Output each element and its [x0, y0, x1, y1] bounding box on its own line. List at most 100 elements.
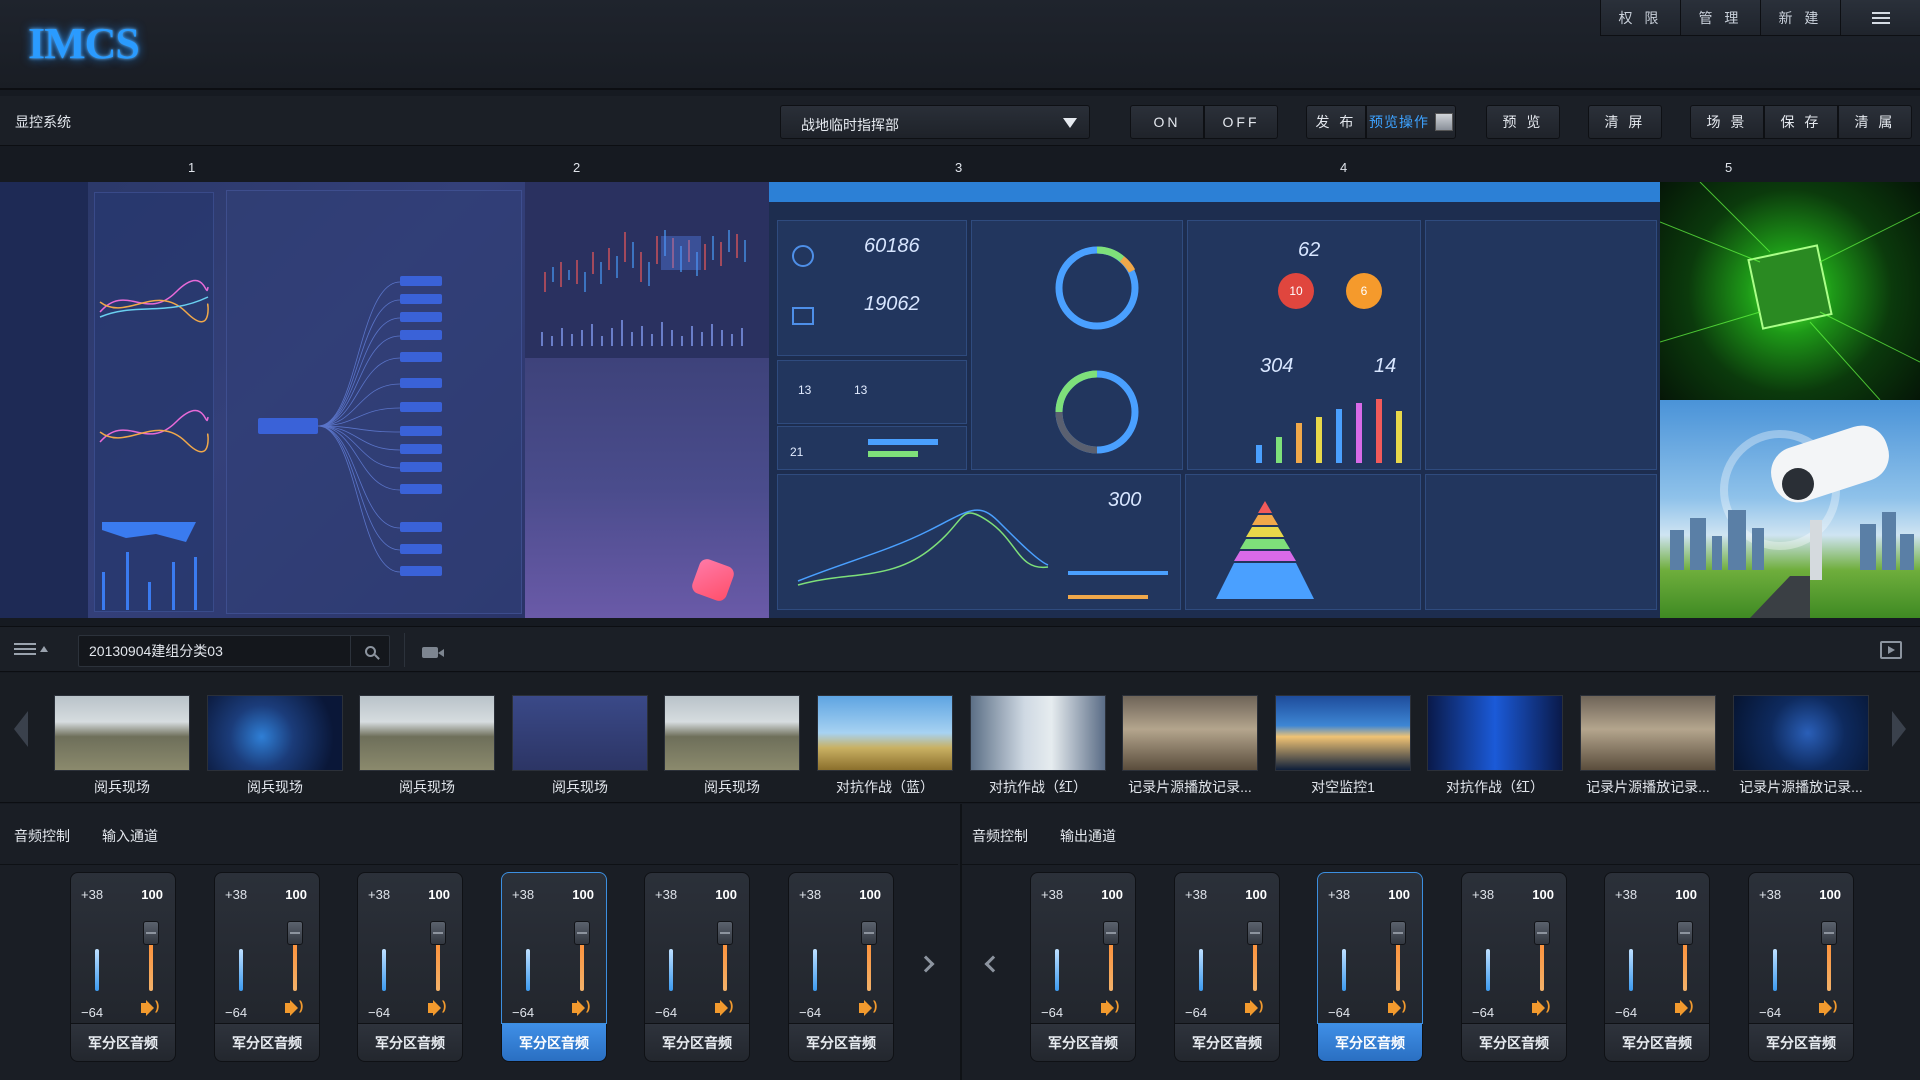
preview-button[interactable]: 预 览: [1486, 105, 1560, 139]
volume-slider-handle[interactable]: [717, 921, 733, 945]
top-menu-manage[interactable]: 管 理: [1680, 0, 1760, 36]
volume-slider-handle[interactable]: [1247, 921, 1263, 945]
volume-slider-handle[interactable]: [1821, 921, 1837, 945]
channel-name: 军分区音频: [1174, 1024, 1280, 1062]
speaker-icon[interactable]: [715, 998, 733, 1013]
gain-level-bar: [1486, 949, 1490, 991]
clear-screen-button[interactable]: 清 屏: [1588, 105, 1662, 139]
audio-channel[interactable]: +38 100 −64 军分区音频: [214, 872, 320, 1072]
thumbnail-label: 对空监控1: [1311, 779, 1375, 795]
wall-pane-dashboard[interactable]: [0, 182, 525, 618]
volume-slider-handle[interactable]: [1390, 921, 1406, 945]
search-button[interactable]: [350, 636, 390, 666]
speaker-icon[interactable]: [285, 998, 303, 1013]
speaker-icon[interactable]: [1101, 998, 1119, 1013]
source-thumbnail[interactable]: 对抗作战（蓝）: [817, 695, 953, 805]
top-menu-permission[interactable]: 权 限: [1600, 0, 1680, 36]
wall-pane-statistics[interactable]: 60186 19062 13 13 21 62 10 6 304 14 300: [769, 182, 1660, 618]
audio-channel[interactable]: +38 100 −64 军分区音频: [1604, 872, 1710, 1072]
settings-fab[interactable]: [689, 556, 737, 604]
channel-mixer: +38 100 −64: [357, 872, 463, 1024]
channel-name: 军分区音频: [1317, 1024, 1423, 1062]
source-thumbnail[interactable]: 阅兵现场: [207, 695, 343, 805]
scroll-left-arrow-icon[interactable]: [14, 711, 28, 747]
top-menu-new[interactable]: 新 建: [1760, 0, 1840, 36]
preview-operation-toggle[interactable]: 预览操作: [1366, 105, 1456, 139]
audio-channel[interactable]: +38 100 −64 军分区音频: [1461, 872, 1567, 1072]
volume-slider-handle[interactable]: [861, 921, 877, 945]
chevron-left-icon[interactable]: [984, 955, 1002, 973]
speaker-icon[interactable]: [1675, 998, 1693, 1013]
channel-min-label: −64: [1041, 1005, 1064, 1020]
chevron-right-icon[interactable]: [917, 955, 935, 973]
column-number: 4: [1340, 160, 1348, 175]
on-button[interactable]: ON: [1130, 105, 1204, 139]
top-menu: 权 限 管 理 新 建: [1600, 0, 1920, 36]
source-thumbnail[interactable]: 阅兵现场: [664, 695, 800, 805]
source-thumbnail[interactable]: 记录片源播放记录...: [1580, 695, 1716, 805]
channel-mixer: +38 100 −64: [644, 872, 750, 1024]
volume-slider-handle[interactable]: [574, 921, 590, 945]
source-thumbnail[interactable]: 阅兵现场: [359, 695, 495, 805]
caret-up-icon[interactable]: [40, 646, 48, 652]
speaker-icon[interactable]: [1819, 998, 1837, 1013]
speaker-icon[interactable]: [1532, 998, 1550, 1013]
audio-channel[interactable]: +38 100 −64 军分区音频: [357, 872, 463, 1072]
camera-icon[interactable]: [422, 647, 444, 658]
audio-channel[interactable]: +38 100 −64 军分区音频: [1317, 872, 1423, 1072]
scene-select[interactable]: 战地临时指挥部: [780, 105, 1090, 139]
speaker-icon[interactable]: [428, 998, 446, 1013]
channel-mixer: +38 100 −64: [1604, 872, 1710, 1024]
speaker-icon[interactable]: [1388, 998, 1406, 1013]
volume-slider-handle[interactable]: [287, 921, 303, 945]
volume-slider-handle[interactable]: [430, 921, 446, 945]
column-number: 5: [1725, 160, 1733, 175]
channel-volume: 100: [428, 887, 450, 902]
list-icon[interactable]: [14, 643, 36, 655]
volume-slider-handle[interactable]: [1534, 921, 1550, 945]
save-button[interactable]: 保 存: [1764, 105, 1838, 139]
scroll-right-arrow-icon[interactable]: [1892, 711, 1906, 747]
speaker-icon[interactable]: [141, 998, 159, 1013]
speaker-icon[interactable]: [1245, 998, 1263, 1013]
source-thumbnail[interactable]: 对抗作战（红）: [970, 695, 1106, 805]
source-thumbnail[interactable]: 记录片源播放记录...: [1122, 695, 1258, 805]
volume-slider-handle[interactable]: [1677, 921, 1693, 945]
publish-button[interactable]: 发 布: [1306, 105, 1366, 139]
clear-layer-button[interactable]: 清 属: [1838, 105, 1912, 139]
source-thumbnail[interactable]: 对抗作战（红）: [1427, 695, 1563, 805]
wall-pane-chip-image[interactable]: [1660, 182, 1920, 400]
audio-channel[interactable]: +38 100 −64 军分区音频: [1030, 872, 1136, 1072]
tree-node: [400, 330, 442, 340]
thumbnail-image: [1427, 695, 1563, 771]
audio-output-subtitle: 输出通道: [1060, 828, 1116, 844]
play-icon[interactable]: [1880, 641, 1902, 659]
scene-button[interactable]: 场 景: [1690, 105, 1764, 139]
volume-slider-handle[interactable]: [143, 921, 159, 945]
group-search-input[interactable]: [78, 635, 390, 667]
off-button[interactable]: OFF: [1204, 105, 1278, 139]
volume-slider-handle[interactable]: [1103, 921, 1119, 945]
menu-button[interactable]: [1840, 0, 1920, 36]
tree-node: [400, 484, 442, 494]
speaker-icon[interactable]: [572, 998, 590, 1013]
tree-node: [400, 544, 442, 554]
channel-mixer: +38 100 −64: [70, 872, 176, 1024]
audio-channel[interactable]: +38 100 −64 军分区音频: [788, 872, 894, 1072]
audio-channel[interactable]: +38 100 −64 军分区音频: [1748, 872, 1854, 1072]
thumbnail-image: [970, 695, 1106, 771]
source-thumbnail[interactable]: 记录片源播放记录...: [1733, 695, 1869, 805]
source-thumbnail[interactable]: 阅兵现场: [54, 695, 190, 805]
wall-pane-camera-image[interactable]: [1660, 400, 1920, 618]
audio-channel[interactable]: +38 100 −64 军分区音频: [644, 872, 750, 1072]
tree-node: [400, 276, 442, 286]
speaker-icon[interactable]: [859, 998, 877, 1013]
channel-name: 军分区音频: [644, 1024, 750, 1062]
source-thumbnail[interactable]: 阅兵现场: [512, 695, 648, 805]
audio-channel[interactable]: +38 100 −64 军分区音频: [70, 872, 176, 1072]
source-thumbnail[interactable]: 对空监控1: [1275, 695, 1411, 805]
audio-channel[interactable]: +38 100 −64 军分区音频: [1174, 872, 1280, 1072]
video-wall[interactable]: 60186 19062 13 13 21 62 10 6 304 14 300: [0, 182, 1920, 618]
wall-pane-stock[interactable]: [525, 182, 769, 618]
audio-channel[interactable]: +38 100 −64 军分区音频: [501, 872, 607, 1072]
